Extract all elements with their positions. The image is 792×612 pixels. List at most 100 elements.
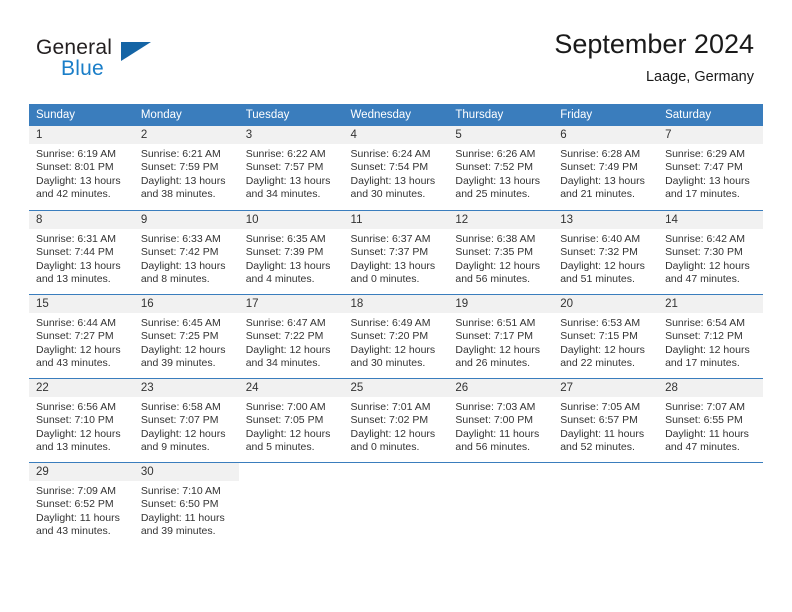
calendar-day-cell[interactable]: 8 Sunrise: 6:31 AM Sunset: 7:44 PM Daylight… bbox=[29, 210, 134, 294]
calendar-day-cell[interactable]: 20 Sunrise: 6:53 AM Sunset: 7:15 PM Dayligh… bbox=[553, 294, 659, 378]
day-cell-inner: 19 Sunrise: 6:51 AM Sunset: 7:17 PM Dayligh… bbox=[448, 294, 554, 378]
calendar-day-cell[interactable]: 19 Sunrise: 6:51 AM Sunset: 7:17 PM Dayligh… bbox=[448, 294, 554, 378]
calendar-day-cell[interactable]: 29 Sunrise: 7:09 AM Sunset: 6:52 PM Dayligh… bbox=[29, 462, 134, 546]
day-cell-inner: 18 Sunrise: 6:49 AM Sunset: 7:20 PM Dayligh… bbox=[343, 294, 449, 378]
day-number bbox=[448, 463, 554, 481]
calendar-week-row: 1 Sunrise: 6:19 AM Sunset: 8:01 PM Daylight… bbox=[29, 126, 763, 210]
daylight-text-line1: Daylight: 11 hours bbox=[560, 427, 645, 440]
day-number bbox=[658, 463, 763, 481]
calendar-day-cell[interactable]: 24 Sunrise: 7:00 AM Sunset: 7:05 PM Dayligh… bbox=[238, 378, 344, 462]
calendar-day-cell[interactable]: 10 Sunrise: 6:35 AM Sunset: 7:39 PM Dayligh… bbox=[238, 210, 344, 294]
daylight-text-line1: Daylight: 13 hours bbox=[36, 259, 121, 272]
calendar-day-cell[interactable]: 13 Sunrise: 6:40 AM Sunset: 7:32 PM Dayligh… bbox=[553, 210, 659, 294]
calendar-week-row: 29 Sunrise: 7:09 AM Sunset: 6:52 PM Dayligh… bbox=[29, 462, 763, 546]
day-cell-inner: 16 Sunrise: 6:45 AM Sunset: 7:25 PM Dayligh… bbox=[133, 294, 239, 378]
calendar-day-cell[interactable]: 21 Sunrise: 6:54 AM Sunset: 7:12 PM Dayligh… bbox=[658, 294, 763, 378]
day-cell-inner: 1 Sunrise: 6:19 AM Sunset: 8:01 PM Daylight… bbox=[29, 126, 134, 210]
daylight-text-line1: Daylight: 13 hours bbox=[245, 174, 331, 187]
sunset-text: Sunset: 7:57 PM bbox=[245, 161, 324, 174]
calendar-day-cell[interactable]: 23 Sunrise: 6:58 AM Sunset: 7:07 PM Dayligh… bbox=[133, 378, 239, 462]
day-cell-inner: 25 Sunrise: 7:01 AM Sunset: 7:02 PM Dayligh… bbox=[343, 378, 449, 462]
day-details bbox=[553, 481, 658, 485]
daylight-text-line2: and 13 minutes. bbox=[36, 441, 111, 454]
day-cell-inner: 27 Sunrise: 7:05 AM Sunset: 6:57 PM Dayligh… bbox=[553, 378, 659, 462]
calendar-day-cell[interactable]: 5 Sunrise: 6:26 AM Sunset: 7:52 PM Daylight… bbox=[448, 126, 554, 210]
sunset-text: Sunset: 7:42 PM bbox=[140, 246, 219, 259]
sunrise-text: Sunrise: 6:24 AM bbox=[350, 148, 431, 160]
calendar-day-cell[interactable]: 14 Sunrise: 6:42 AM Sunset: 7:30 PM Dayligh… bbox=[658, 210, 763, 294]
calendar-day-cell-empty bbox=[238, 462, 344, 546]
location-subtitle: Laage, Germany bbox=[645, 69, 754, 85]
daylight-text-line2: and 38 minutes. bbox=[140, 188, 216, 201]
day-number: 18 bbox=[343, 295, 449, 313]
sunset-text: Sunset: 7:39 PM bbox=[245, 246, 324, 259]
calendar-day-cell[interactable]: 1 Sunrise: 6:19 AM Sunset: 8:01 PM Daylight… bbox=[29, 126, 134, 210]
generalblue-logo[interactable]: General Blue bbox=[36, 36, 216, 86]
daylight-text-line2: and 39 minutes. bbox=[140, 357, 216, 370]
calendar-day-cell[interactable]: 12 Sunrise: 6:38 AM Sunset: 7:35 PM Dayligh… bbox=[448, 210, 554, 294]
calendar-day-cell[interactable]: 18 Sunrise: 6:49 AM Sunset: 7:20 PM Dayligh… bbox=[343, 294, 449, 378]
day-details: Sunrise: 6:49 AM Sunset: 7:20 PM Daylight:… bbox=[344, 313, 449, 371]
calendar-day-cell[interactable]: 30 Sunrise: 7:10 AM Sunset: 6:50 PM Dayligh… bbox=[133, 462, 239, 546]
calendar-day-cell[interactable]: 28 Sunrise: 7:07 AM Sunset: 6:55 PM Dayligh… bbox=[658, 378, 763, 462]
day-details: Sunrise: 6:31 AM Sunset: 7:44 PM Daylight:… bbox=[29, 229, 134, 287]
sunset-text: Sunset: 7:07 PM bbox=[140, 414, 219, 427]
day-details: Sunrise: 6:28 AM Sunset: 7:49 PM Daylight:… bbox=[553, 144, 658, 202]
calendar-day-cell[interactable]: 7 Sunrise: 6:29 AM Sunset: 7:47 PM Daylight… bbox=[658, 126, 763, 210]
day-details: Sunrise: 6:24 AM Sunset: 7:54 PM Daylight:… bbox=[344, 144, 449, 202]
day-cell-inner: 26 Sunrise: 7:03 AM Sunset: 7:00 PM Dayligh… bbox=[448, 378, 554, 462]
daylight-text-line2: and 0 minutes. bbox=[350, 273, 420, 286]
sunset-text: Sunset: 8:01 PM bbox=[36, 161, 114, 174]
calendar-day-cell[interactable]: 25 Sunrise: 7:01 AM Sunset: 7:02 PM Dayligh… bbox=[343, 378, 449, 462]
calendar-day-cell[interactable]: 26 Sunrise: 7:03 AM Sunset: 7:00 PM Dayligh… bbox=[448, 378, 554, 462]
daylight-text-line2: and 30 minutes. bbox=[350, 357, 426, 370]
calendar-day-cell[interactable]: 27 Sunrise: 7:05 AM Sunset: 6:57 PM Dayligh… bbox=[553, 378, 659, 462]
day-cell-inner: 23 Sunrise: 6:58 AM Sunset: 7:07 PM Dayligh… bbox=[133, 378, 239, 462]
day-details: Sunrise: 6:26 AM Sunset: 7:52 PM Daylight:… bbox=[448, 144, 553, 202]
day-number: 26 bbox=[448, 379, 554, 397]
day-number: 1 bbox=[29, 126, 134, 144]
daylight-text-line2: and 22 minutes. bbox=[560, 357, 635, 370]
weekday-header-wednesday: Wednesday bbox=[343, 104, 449, 126]
sunrise-text: Sunrise: 6:21 AM bbox=[140, 148, 221, 160]
calendar-day-cell[interactable]: 2 Sunrise: 6:21 AM Sunset: 7:59 PM Daylight… bbox=[133, 126, 239, 210]
day-number: 21 bbox=[658, 295, 763, 313]
calendar-day-cell[interactable]: 16 Sunrise: 6:45 AM Sunset: 7:25 PM Dayligh… bbox=[133, 294, 239, 378]
weekday-header-saturday: Saturday bbox=[658, 104, 763, 126]
calendar-day-cell[interactable]: 3 Sunrise: 6:22 AM Sunset: 7:57 PM Daylight… bbox=[238, 126, 344, 210]
sunset-text: Sunset: 7:12 PM bbox=[665, 330, 743, 343]
calendar-page: General Blue September 2024 Laage, Germa… bbox=[0, 0, 792, 612]
day-number: 10 bbox=[238, 211, 344, 229]
day-cell-inner: 17 Sunrise: 6:47 AM Sunset: 7:22 PM Dayligh… bbox=[238, 294, 344, 378]
day-number: 27 bbox=[553, 379, 659, 397]
calendar-week-row: 8 Sunrise: 6:31 AM Sunset: 7:44 PM Daylight… bbox=[29, 210, 763, 294]
sunrise-text: Sunrise: 6:33 AM bbox=[140, 233, 221, 245]
day-cell-inner: 3 Sunrise: 6:22 AM Sunset: 7:57 PM Daylight… bbox=[238, 126, 344, 210]
daylight-text-line2: and 0 minutes. bbox=[350, 441, 420, 454]
calendar-day-cell[interactable]: 22 Sunrise: 6:56 AM Sunset: 7:10 PM Dayligh… bbox=[29, 378, 134, 462]
day-cell-inner: 6 Sunrise: 6:28 AM Sunset: 7:49 PM Daylight… bbox=[553, 126, 659, 210]
daylight-text-line2: and 43 minutes. bbox=[36, 525, 111, 538]
sunset-text: Sunset: 7:10 PM bbox=[36, 414, 114, 427]
calendar-day-cell[interactable]: 6 Sunrise: 6:28 AM Sunset: 7:49 PM Daylight… bbox=[553, 126, 659, 210]
day-cell-inner: 15 Sunrise: 6:44 AM Sunset: 7:27 PM Dayligh… bbox=[29, 294, 134, 378]
calendar-day-cell[interactable]: 11 Sunrise: 6:37 AM Sunset: 7:37 PM Dayligh… bbox=[343, 210, 449, 294]
day-details: Sunrise: 6:51 AM Sunset: 7:17 PM Daylight:… bbox=[448, 313, 553, 371]
day-details bbox=[448, 481, 553, 485]
day-details: Sunrise: 6:22 AM Sunset: 7:57 PM Daylight:… bbox=[239, 144, 344, 202]
daylight-text-line1: Daylight: 12 hours bbox=[36, 343, 121, 356]
daylight-text-line2: and 17 minutes. bbox=[665, 188, 740, 201]
calendar-day-cell[interactable]: 17 Sunrise: 6:47 AM Sunset: 7:22 PM Dayligh… bbox=[238, 294, 344, 378]
day-cell-inner: 4 Sunrise: 6:24 AM Sunset: 7:54 PM Daylight… bbox=[343, 126, 449, 210]
day-number: 4 bbox=[343, 126, 449, 144]
title-block: September 2024 Laage, Germany bbox=[554, 28, 754, 87]
day-details: Sunrise: 6:35 AM Sunset: 7:39 PM Daylight:… bbox=[239, 229, 344, 287]
sunrise-text: Sunrise: 6:22 AM bbox=[245, 148, 326, 160]
weekday-header-tuesday: Tuesday bbox=[238, 104, 344, 126]
calendar-day-cell[interactable]: 9 Sunrise: 6:33 AM Sunset: 7:42 PM Daylight… bbox=[133, 210, 239, 294]
calendar-day-cell[interactable]: 15 Sunrise: 6:44 AM Sunset: 7:27 PM Dayligh… bbox=[29, 294, 134, 378]
calendar-day-cell[interactable]: 4 Sunrise: 6:24 AM Sunset: 7:54 PM Daylight… bbox=[343, 126, 449, 210]
day-details: Sunrise: 6:38 AM Sunset: 7:35 PM Daylight:… bbox=[448, 229, 553, 287]
day-number: 24 bbox=[238, 379, 344, 397]
daylight-text-line2: and 43 minutes. bbox=[36, 357, 111, 370]
